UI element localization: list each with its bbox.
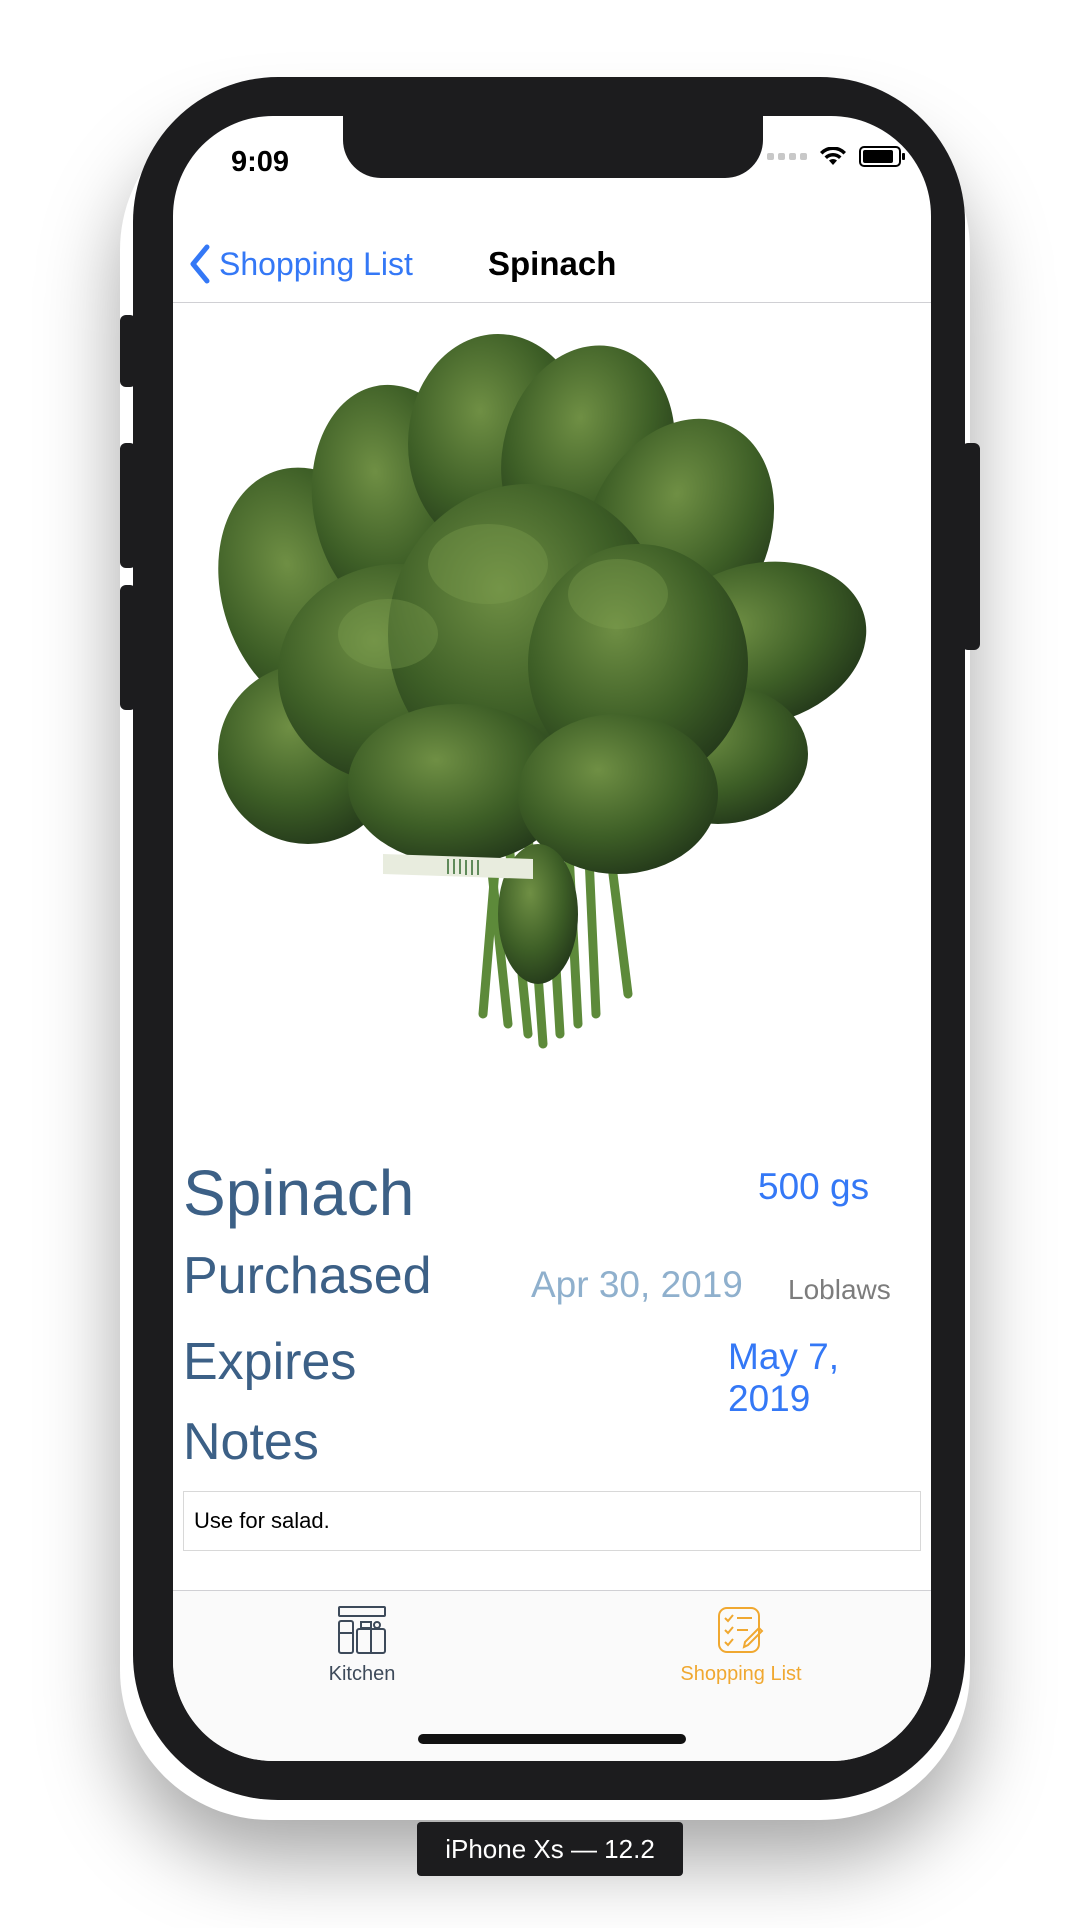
back-button-label: Shopping List	[219, 245, 413, 282]
purchased-label: Purchased	[183, 1247, 432, 1305]
notes-label: Notes	[183, 1413, 319, 1471]
cellular-signal-icon	[767, 153, 807, 160]
tab-kitchen-label: Kitchen	[328, 1663, 396, 1685]
expires-date[interactable]: May 7, 2019	[728, 1336, 931, 1420]
page-title: Spinach	[488, 245, 617, 282]
back-button[interactable]: Shopping List	[187, 226, 413, 302]
status-time: 9:09	[231, 146, 290, 178]
item-quantity[interactable]: 500 gs	[758, 1166, 869, 1208]
status-icons	[767, 146, 905, 167]
tab-shopping-list-label: Shopping List	[680, 1663, 802, 1685]
notch	[343, 116, 763, 178]
notes-field[interactable]: Use for salad.	[183, 1491, 921, 1551]
expires-label: Expires	[183, 1333, 357, 1391]
battery-icon	[859, 146, 905, 167]
tab-shopping-list[interactable]: Shopping List	[641, 1603, 841, 1686]
store-name[interactable]: Loblaws	[788, 1274, 891, 1306]
simulator-device-label: iPhone Xs — 12.2	[417, 1822, 683, 1876]
phone-screen: 9:09 Shopping List Spinach Spinach 500 g…	[173, 116, 931, 1761]
chevron-left-icon	[190, 244, 210, 284]
spinach-photo	[218, 334, 867, 1049]
purchased-date[interactable]: Apr 30, 2019	[531, 1264, 743, 1306]
navigation-bar: Shopping List Spinach	[173, 226, 931, 303]
shopping-list-icon	[718, 1607, 764, 1653]
home-indicator[interactable]	[418, 1734, 686, 1744]
wifi-icon	[820, 146, 846, 165]
tab-kitchen[interactable]: Kitchen	[262, 1603, 462, 1686]
item-name: Spinach	[183, 1157, 415, 1229]
kitchen-icon	[338, 1606, 386, 1654]
